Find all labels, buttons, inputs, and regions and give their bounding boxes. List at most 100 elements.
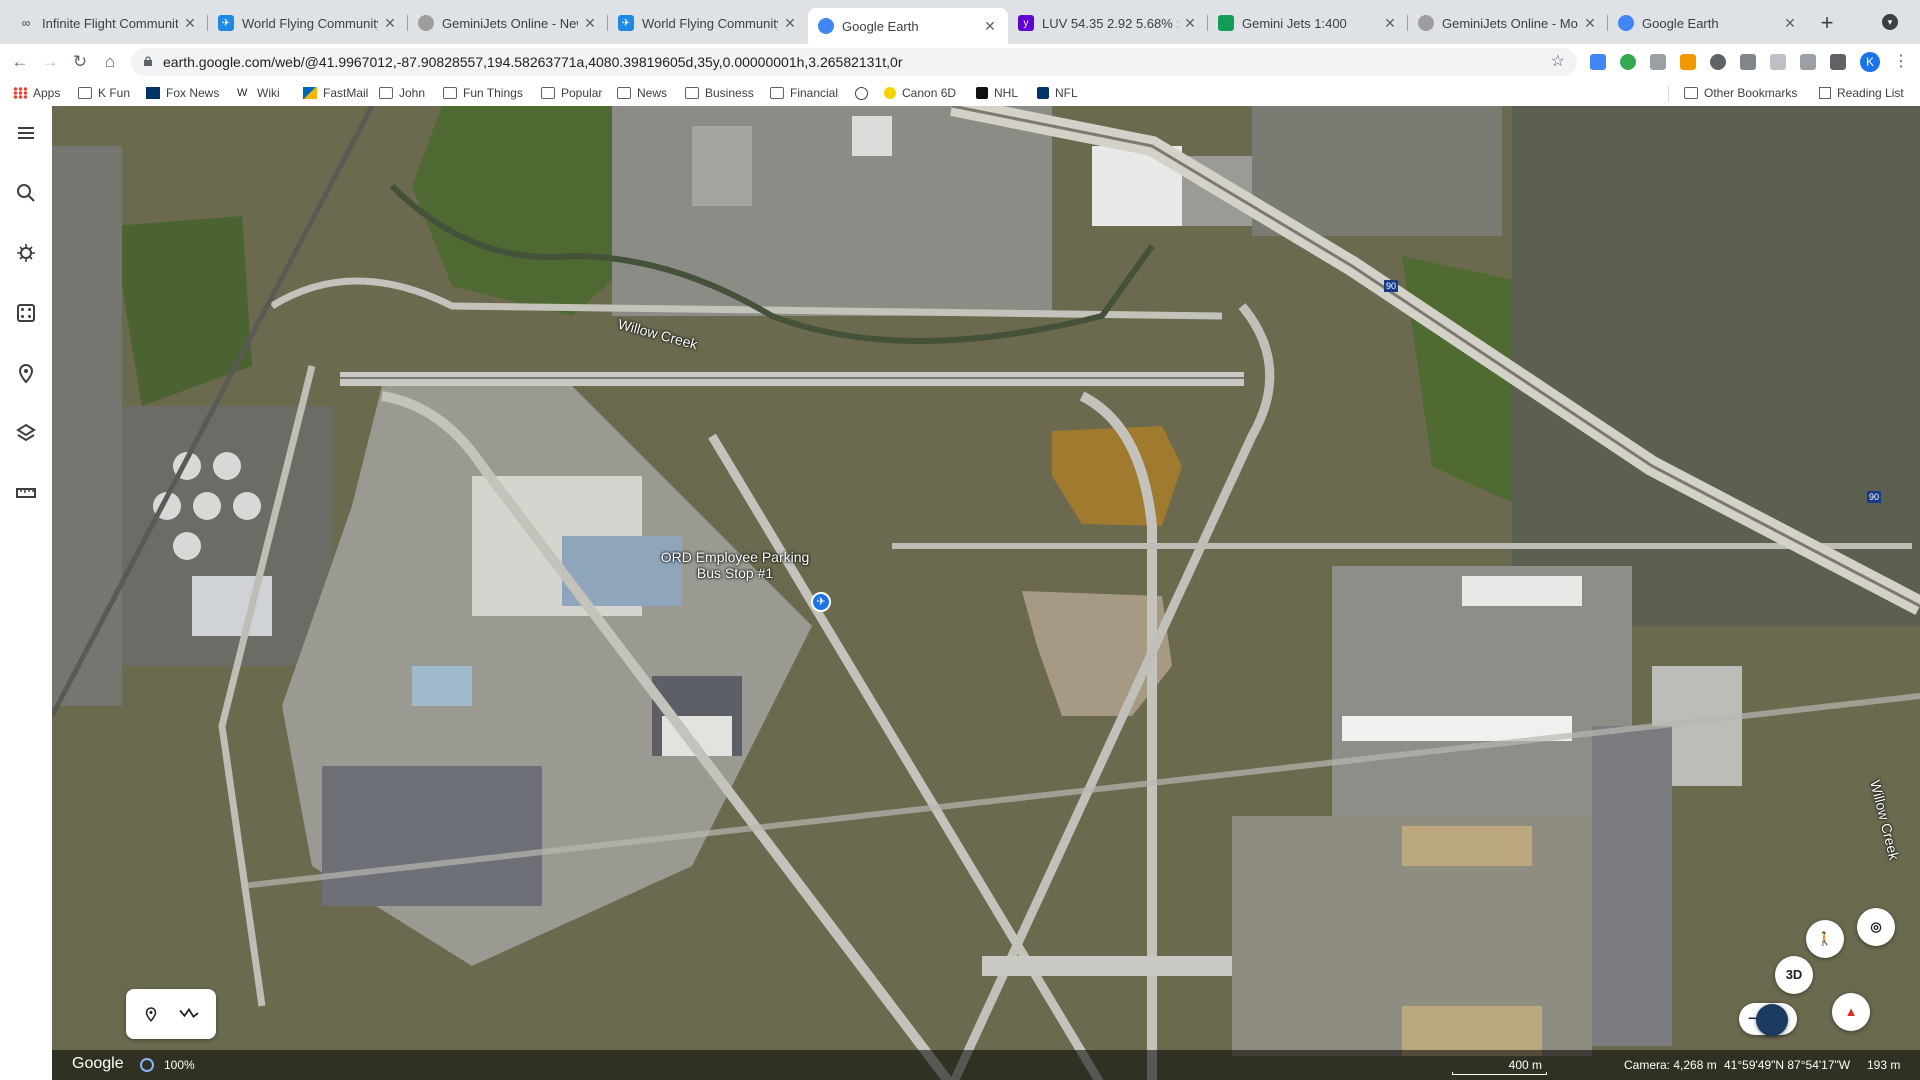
reading-list-label: Reading List	[1837, 86, 1904, 100]
add-placemark-icon[interactable]	[142, 1005, 160, 1023]
infinite-flight-icon: ∞	[21, 16, 31, 30]
folder-icon	[617, 87, 631, 99]
tab-title: LUV 54.35 2.92 5.68% : S	[1042, 15, 1178, 31]
tab-gemini-jets[interactable]: Gemini Jets 1:400 ✕	[1208, 8, 1408, 38]
bookmark-globe[interactable]	[855, 84, 874, 102]
bookmark-john[interactable]: John	[379, 84, 425, 102]
close-tab-icon[interactable]: ✕	[382, 15, 398, 32]
bookmark-label: Popular	[561, 86, 603, 100]
tab-title: World Flying Community -	[242, 15, 378, 31]
other-bookmarks[interactable]: Other Bookmarks	[1684, 84, 1797, 102]
interstate-90-shield-east: 90	[1867, 491, 1882, 503]
bookmark-label: Business	[705, 86, 754, 100]
bookmark-nfl[interactable]: NFL	[1037, 84, 1078, 102]
close-tab-icon[interactable]: ✕	[982, 18, 998, 35]
folder-icon	[1684, 87, 1698, 99]
tab-title: Google Earth	[1642, 15, 1719, 31]
check-extension-icon[interactable]	[1620, 54, 1636, 70]
cursor-coordinates: 41°59'49"N 87°54'17"W	[1724, 1058, 1851, 1072]
bookmark-label: Financial	[790, 86, 839, 100]
bookmark-fun-things[interactable]: Fun Things	[443, 84, 523, 102]
qr-extension-icon[interactable]	[1740, 54, 1756, 70]
tab-geminijets-mode[interactable]: GeminiJets Online - Mode ✕	[1408, 8, 1608, 38]
map-style-layers-icon[interactable]	[14, 421, 38, 445]
menu-kebab-icon[interactable]: ⋮	[1893, 52, 1909, 72]
feeling-lucky-dice-icon[interactable]	[14, 301, 38, 325]
bookmark-label: Fox News	[166, 86, 220, 100]
voyager-icon[interactable]	[14, 241, 38, 265]
extension-icon[interactable]	[1650, 54, 1666, 70]
airport-poi-pin-icon[interactable]: ✈	[811, 592, 831, 612]
tab-luv[interactable]: y LUV 54.35 2.92 5.68% : S ✕	[1008, 8, 1208, 38]
close-tab-icon[interactable]: ✕	[1782, 15, 1798, 32]
bookmark-wiki[interactable]: W Wiki	[237, 84, 280, 102]
close-tab-icon[interactable]: ✕	[582, 15, 598, 32]
tab-title: World Flying Community C	[642, 15, 778, 31]
tab-search-icon[interactable]: ▾	[1882, 14, 1898, 30]
currency-extension-icon[interactable]	[1800, 54, 1816, 70]
profile-avatar[interactable]: K	[1860, 52, 1880, 72]
search-icon[interactable]	[14, 181, 38, 205]
sheets-icon	[1218, 15, 1234, 31]
compass-icon[interactable]: ▲	[1832, 993, 1870, 1031]
fastmail-icon	[303, 87, 317, 99]
reload-icon[interactable]: ↻	[68, 50, 92, 74]
close-tab-icon[interactable]: ✕	[1182, 15, 1198, 32]
world-flying-icon: ✈	[218, 15, 234, 31]
pegman-street-view-button[interactable]: 🚶	[1806, 920, 1844, 958]
nhl-icon	[976, 87, 988, 99]
back-icon[interactable]: ←	[8, 50, 32, 74]
hamburger-menu-icon[interactable]	[14, 121, 38, 145]
google-earth-icon	[818, 18, 834, 34]
bookmarks-separator	[1668, 86, 1669, 102]
bookmark-star-icon[interactable]: ☆	[1551, 48, 1565, 76]
puzzle-extensions-icon[interactable]	[1830, 54, 1846, 70]
tab-world-flying-2[interactable]: ✈ World Flying Community C ✕	[608, 8, 808, 38]
bookmark-k-fun[interactable]: K Fun	[78, 84, 130, 102]
apps-grid-icon	[13, 87, 27, 99]
tab-google-earth-active[interactable]: Google Earth ✕	[808, 8, 1008, 44]
tab-google-earth-2[interactable]: Google Earth ✕	[1608, 8, 1808, 38]
my-location-button[interactable]: ◎	[1857, 908, 1895, 946]
url-text: earth.google.com/web/@41.9967012,-87.908…	[163, 54, 903, 70]
new-tab-button[interactable]: +	[1815, 12, 1839, 36]
bookmark-nhl[interactable]: NHL	[976, 84, 1018, 102]
tab-geminijets-new[interactable]: GeminiJets Online - New R ✕	[408, 8, 608, 38]
bookmark-label: News	[637, 86, 668, 100]
close-tab-icon[interactable]: ✕	[182, 15, 198, 32]
satellite-map-view[interactable]: Willow Creek Willow Creek 90 90 ORD Empl…	[52, 106, 1920, 1080]
nfl-icon	[1037, 87, 1049, 99]
bookmark-apps[interactable]: Apps	[13, 84, 60, 102]
address-bar[interactable]: earth.google.com/web/@41.9967012,-87.908…	[131, 48, 1577, 76]
poi-label[interactable]: ORD Employee Parking Bus Stop #1	[660, 549, 810, 581]
satellite-imagery	[52, 106, 1920, 1080]
bookmark-business[interactable]: Business	[685, 84, 754, 102]
bookmark-label: Fun Things	[463, 86, 523, 100]
close-tab-icon[interactable]: ✕	[1382, 15, 1398, 32]
forward-icon[interactable]: →	[38, 50, 62, 74]
home-icon[interactable]: ⌂	[98, 50, 122, 74]
bookmark-label: FastMail	[323, 86, 369, 100]
extension-icon-2[interactable]	[1770, 54, 1786, 70]
bookmark-label: John	[399, 86, 426, 100]
globe-view-icon[interactable]	[1756, 1004, 1788, 1036]
reading-list[interactable]: Reading List	[1819, 84, 1904, 102]
bookmark-canon-6d[interactable]: Canon 6D	[884, 84, 956, 102]
bookmark-fastmail[interactable]: FastMail	[303, 84, 368, 102]
measure-ruler-icon[interactable]	[14, 481, 38, 505]
draw-path-icon[interactable]	[178, 1005, 200, 1023]
chat-extension-icon[interactable]	[1710, 54, 1726, 70]
bookmark-popular[interactable]: Popular	[541, 84, 602, 102]
brave-extension-icon[interactable]	[1680, 54, 1696, 70]
tab-infinite-flight[interactable]: ∞ Infinite Flight Community ✕	[8, 8, 208, 38]
close-tab-icon[interactable]: ✕	[782, 15, 798, 32]
bookmark-fox-news[interactable]: Fox News	[146, 84, 219, 102]
translate-extension-icon[interactable]	[1590, 54, 1606, 70]
bookmark-financial[interactable]: Financial	[770, 84, 838, 102]
bookmark-news[interactable]: News	[617, 84, 667, 102]
projects-pin-icon[interactable]	[14, 361, 38, 385]
tab-title: Infinite Flight Community	[42, 15, 178, 31]
toggle-3d-button[interactable]: 3D	[1775, 956, 1813, 994]
close-tab-icon[interactable]: ✕	[1582, 15, 1598, 32]
tab-world-flying[interactable]: ✈ World Flying Community - ✕	[208, 8, 408, 38]
